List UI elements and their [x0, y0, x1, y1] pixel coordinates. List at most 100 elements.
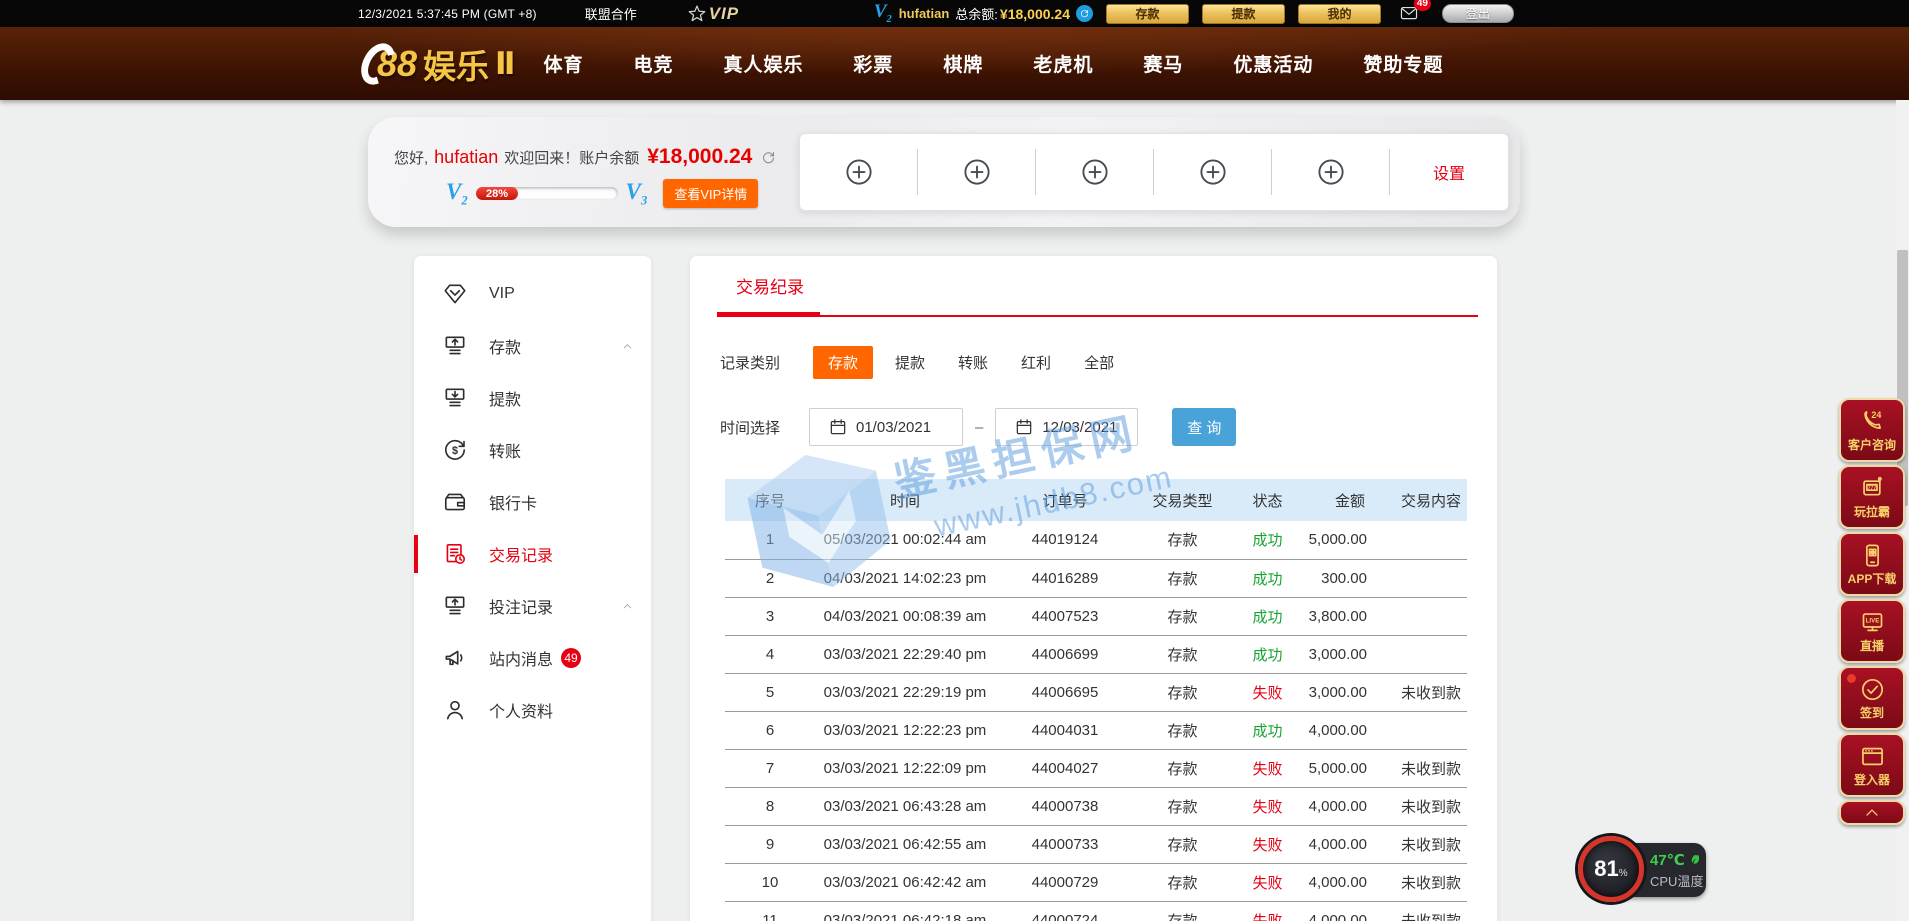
cell-amount: 4,000.00 [1305, 787, 1395, 825]
filter-红利[interactable]: 红利 [1021, 352, 1051, 373]
affiliate-link[interactable]: 联盟合作 [585, 4, 637, 23]
nav-item-9[interactable]: 赞助专题 [1363, 50, 1443, 77]
column-header: 交易类型 [1135, 479, 1230, 521]
cell-order: 44000738 [995, 787, 1135, 825]
cell-amount: 4,000.00 [1305, 825, 1395, 863]
nav-item-3[interactable]: 真人娱乐 [723, 50, 803, 77]
cpu-usage-unit: % [1619, 868, 1628, 879]
date-to-input[interactable]: 12/03/2021 [995, 408, 1138, 446]
table-row: 1003/03/2021 06:42:42 am44000729存款失败4,00… [725, 863, 1467, 901]
gem-icon [442, 281, 468, 307]
nav-item-5[interactable]: 棋牌 [943, 50, 983, 77]
float-button-phone-24[interactable]: 24客户咨询 [1839, 398, 1905, 462]
vip-details-button[interactable]: 查看VIP详情 [663, 179, 758, 208]
add-shortcut-button-4[interactable] [1154, 134, 1272, 210]
vip-logo-text: VIP [709, 4, 739, 24]
mail-badge: 49 [1414, 0, 1431, 11]
nav-item-6[interactable]: 老虎机 [1033, 50, 1093, 77]
date-from-input[interactable]: 01/03/2021 [809, 408, 963, 446]
refresh-icon[interactable] [760, 149, 777, 166]
nav-menu: 体育 电竞 真人娱乐 彩票 棋牌 老虎机 赛马 优惠活动 赞助专题 [543, 50, 1443, 77]
tab-active-indicator [717, 312, 820, 317]
date-to-value: 12/03/2021 [1042, 419, 1117, 436]
cell-order: 44016289 [995, 559, 1135, 597]
logout-button[interactable]: 登出 [1442, 4, 1514, 23]
add-shortcut-button-3[interactable] [1036, 134, 1154, 210]
query-button[interactable]: 查 询 [1172, 408, 1236, 446]
deposit-button[interactable]: 存款 [1106, 4, 1189, 24]
column-header: 金额 [1305, 479, 1395, 521]
message-count-badge: 49 [561, 648, 581, 668]
table-row: 503/03/2021 22:29:19 pm44006695存款失败3,000… [725, 673, 1467, 711]
sidebar-item-megaphone[interactable]: 站内消息49 [414, 632, 651, 684]
calendar-icon [828, 417, 848, 437]
float-button-browser-window[interactable]: 登入器 [1839, 733, 1905, 797]
sidebar-item-bet-machine[interactable]: 投注记录 [414, 580, 651, 632]
cell-type: 存款 [1135, 711, 1230, 749]
refresh-balance-icon[interactable] [1076, 5, 1093, 22]
tab-transaction-records[interactable]: 交易纪录 [736, 273, 804, 298]
add-shortcut-button-2[interactable] [918, 134, 1036, 210]
filter-全部[interactable]: 全部 [1084, 352, 1114, 373]
sidebar-item-wallet[interactable]: 银行卡 [414, 476, 651, 528]
nav-item-2[interactable]: 电竞 [633, 50, 673, 77]
sidebar-item-transfer-arrows[interactable]: $转账 [414, 424, 651, 476]
filter-转账[interactable]: 转账 [958, 352, 988, 373]
cell-no: 3 [725, 597, 815, 635]
filter-提款[interactable]: 提款 [895, 352, 925, 373]
leaf-icon [1688, 853, 1702, 867]
sidebar-menu: VIP 存款提款$转账银行卡交易记录投注记录站内消息49个人资料 [413, 255, 652, 921]
add-shortcut-button-5[interactable] [1272, 134, 1390, 210]
withdraw-button[interactable]: 提款 [1202, 4, 1285, 24]
mail-button[interactable]: 49 [1396, 4, 1422, 23]
live-stream-icon: LIVE [1859, 609, 1886, 636]
sidebar-item-label: VIP [489, 285, 515, 303]
cell-no: 5 [725, 673, 815, 711]
cell-type: 存款 [1135, 597, 1230, 635]
filter-存款[interactable]: 存款 [813, 346, 873, 379]
mine-button[interactable]: 我的 [1298, 4, 1381, 24]
float-button-check-in[interactable]: 签到 [1839, 666, 1905, 730]
megaphone-icon [442, 645, 468, 671]
table-row: 304/03/2021 00:08:39 am44007523存款成功3,800… [725, 597, 1467, 635]
site-logo[interactable]: 88 娱乐 Ⅱ [363, 40, 515, 88]
float-button-slot-machine[interactable]: 777玩拉霸 [1839, 465, 1905, 529]
cell-status: 成功 [1230, 597, 1305, 635]
float-collapse-button[interactable] [1839, 800, 1905, 825]
chevron-up-icon [621, 340, 634, 353]
nav-item-1[interactable]: 体育 [543, 50, 583, 77]
float-button-label: 客户咨询 [1848, 436, 1896, 453]
cell-type: 存款 [1135, 749, 1230, 787]
quick-actions-panel: 设置 [799, 133, 1509, 211]
sidebar-item-withdraw-machine[interactable]: 提款 [414, 372, 651, 424]
transaction-doc-icon [442, 541, 468, 567]
logo-numeral: Ⅱ [495, 46, 515, 82]
nav-item-8[interactable]: 优惠活动 [1233, 50, 1313, 77]
float-button-mobile-app[interactable]: APP下载 [1839, 532, 1905, 596]
transfer-arrows-icon: $ [442, 437, 468, 463]
vip-logo[interactable]: VIP [687, 4, 739, 24]
float-button-label: 签到 [1860, 704, 1884, 721]
float-button-live-stream[interactable]: LIVE直播 [1839, 599, 1905, 663]
date-separator: – [975, 419, 983, 436]
username-text: hufatian [899, 6, 950, 21]
table-row: 903/03/2021 06:42:55 am44000733存款失败4,000… [725, 825, 1467, 863]
plus-circle-icon [1316, 157, 1346, 187]
sidebar-item-gem[interactable]: VIP [414, 268, 651, 320]
star-icon [687, 4, 707, 24]
cell-time: 04/03/2021 14:02:23 pm [815, 559, 995, 597]
person-icon [442, 697, 468, 723]
deposit-machine-icon [442, 333, 468, 359]
sidebar-item-person[interactable]: 个人资料 [414, 684, 651, 736]
withdraw-machine-icon [442, 385, 468, 411]
add-shortcut-button-1[interactable] [800, 134, 918, 210]
sidebar-item-transaction-doc[interactable]: 交易记录 [414, 528, 651, 580]
nav-item-7[interactable]: 赛马 [1143, 50, 1183, 77]
sidebar-item-deposit-machine[interactable]: 存款 [414, 320, 651, 372]
float-button-label: 玩拉霸 [1854, 503, 1890, 520]
nav-item-4[interactable]: 彩票 [853, 50, 893, 77]
cell-time: 03/03/2021 22:29:19 pm [815, 673, 995, 711]
notification-dot [1847, 674, 1856, 683]
cell-type: 存款 [1135, 521, 1230, 559]
settings-button[interactable]: 设置 [1390, 134, 1508, 210]
